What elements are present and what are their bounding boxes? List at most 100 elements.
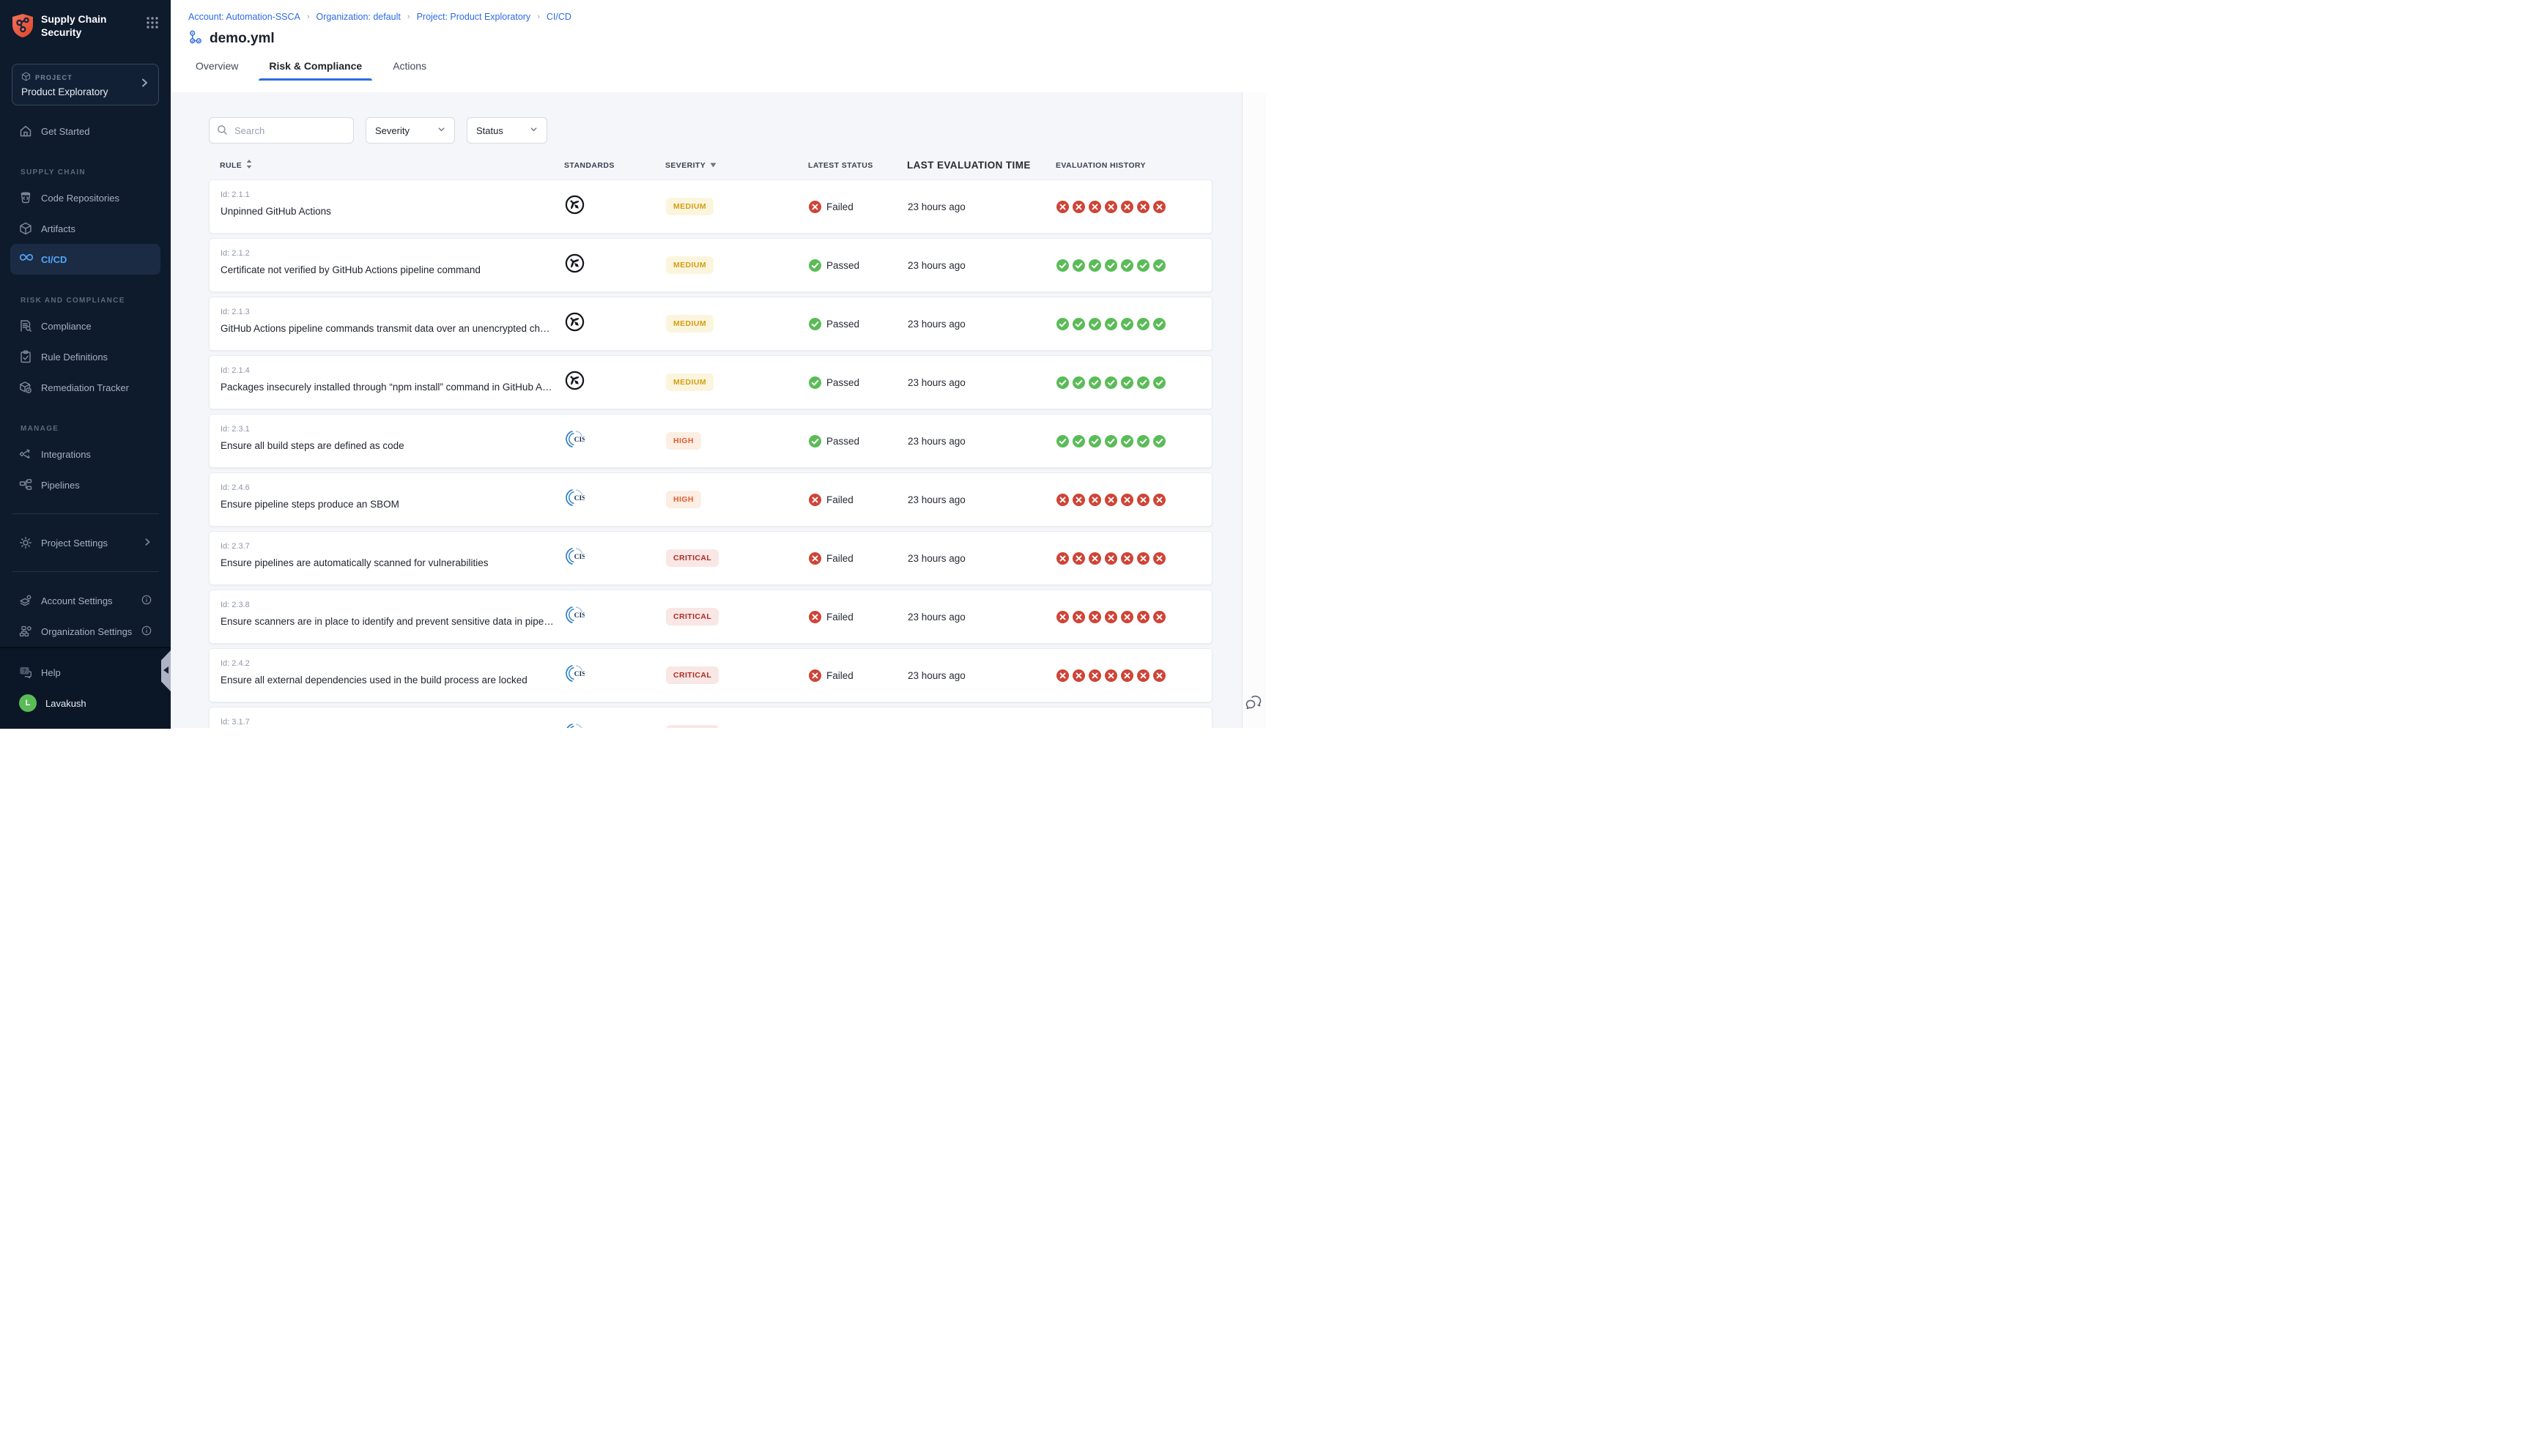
sidebar-item-label: Artifacts <box>41 223 75 234</box>
evaluation-history <box>1056 552 1201 565</box>
sidebar-item-user[interactable]: L Lavakush <box>10 688 160 718</box>
sidebar-item-label: Code Repositories <box>41 193 119 204</box>
breadcrumb-project[interactable]: Project: Product Exploratory <box>417 12 531 22</box>
sidebar-item-label: Integrations <box>41 449 91 460</box>
status-filter-label: Status <box>476 125 503 136</box>
severity-badge: CRITICAL <box>666 549 719 567</box>
table-row[interactable]: Id: 2.1.4 Packages insecurely installed … <box>209 355 1213 409</box>
table-row[interactable]: Id: 2.1.3 GitHub Actions pipeline comman… <box>209 297 1213 351</box>
sidebar-item-label: Remediation Tracker <box>41 382 129 393</box>
sort-icon[interactable] <box>246 160 252 171</box>
sidebar-item-help[interactable]: ? Help <box>10 657 160 688</box>
code-repository-icon <box>19 191 32 204</box>
sidebar: Supply Chain Security PROJECT Product Ex… <box>0 0 171 728</box>
rule-id: Id: 3.1.7 <box>221 718 565 727</box>
owasp-icon <box>565 253 585 273</box>
rule-id: Id: 2.1.4 <box>221 366 565 375</box>
tab-risk-and-compliance[interactable]: Risk & Compliance <box>267 59 363 81</box>
status-filter-dropdown[interactable]: Status <box>467 117 547 144</box>
status-icon <box>809 552 821 565</box>
severity-badge: HIGH <box>666 432 701 450</box>
status-icon <box>809 728 821 729</box>
project-selector[interactable]: PROJECT Product Exploratory <box>12 64 159 105</box>
status-icon <box>809 318 821 330</box>
severity-badge: CRITICAL <box>666 608 719 625</box>
tab-actions[interactable]: Actions <box>391 59 428 81</box>
sidebar-item-integrations[interactable]: Integrations <box>10 439 160 469</box>
breadcrumb-organization[interactable]: Organization: default <box>316 12 401 22</box>
chat-support-icon[interactable] <box>1245 695 1262 715</box>
app-grid-icon[interactable] <box>146 16 159 33</box>
table-row[interactable]: Id: 3.1.7 CIS CRITICAL Failed 23 hours a… <box>209 707 1213 728</box>
rule-name: GitHub Actions pipeline commands transmi… <box>221 323 565 334</box>
sidebar-item-rule-definitions[interactable]: Rule Definitions <box>10 341 160 372</box>
chevron-separator-icon: › <box>407 12 410 21</box>
chevron-right-icon <box>139 78 149 92</box>
table-row[interactable]: Id: 2.4.2 Ensure all external dependenci… <box>209 648 1213 702</box>
rule-id: Id: 2.1.2 <box>221 249 565 258</box>
rules-table: RULE STANDARDS SEVERITY LATEST STATUS LA… <box>209 160 1213 728</box>
rule-id: Id: 2.3.7 <box>221 542 565 551</box>
info-icon[interactable] <box>141 595 152 607</box>
last-evaluation-time: 23 hours ago <box>908 260 1056 271</box>
svg-text:CIS: CIS <box>574 437 585 444</box>
tab-overview[interactable]: Overview <box>194 59 240 81</box>
sidebar-item-label: Pipelines <box>41 480 80 491</box>
sidebar-item-remediation-tracker[interactable]: Remediation Tracker <box>10 372 160 403</box>
table-row[interactable]: Id: 2.3.1 Ensure all build steps are def… <box>209 414 1213 468</box>
clipboard-check-icon <box>19 350 32 363</box>
info-icon[interactable] <box>141 625 152 638</box>
last-evaluation-time: 23 hours ago <box>908 436 1056 447</box>
severity-badge: MEDIUM <box>666 374 714 391</box>
home-icon <box>19 125 32 138</box>
sidebar-item-label: Get Started <box>41 126 89 137</box>
sidebar-item-compliance[interactable]: Compliance <box>10 311 160 341</box>
sort-desc-icon[interactable] <box>710 161 717 170</box>
svg-text:CIS: CIS <box>574 612 585 620</box>
rule-name: Ensure all external dependencies used in… <box>221 675 565 686</box>
divider <box>12 513 159 514</box>
sidebar-item-label: Account Settings <box>41 595 113 606</box>
evaluation-history <box>1056 611 1201 623</box>
status-text: Passed <box>826 436 859 447</box>
box-wrench-icon <box>19 381 32 394</box>
sidebar-item-organization-settings[interactable]: Organization Settings <box>10 616 160 647</box>
sidebar-item-code-repositories[interactable]: Code Repositories <box>10 182 160 213</box>
page-header: Account: Automation-SSCA › Organization:… <box>171 0 1266 92</box>
status-icon <box>809 669 821 682</box>
status-icon <box>809 611 821 623</box>
help-chat-icon: ? <box>19 666 32 679</box>
rule-id: Id: 2.3.1 <box>221 425 565 434</box>
table-row[interactable]: Id: 2.3.8 Ensure scanners are in place t… <box>209 590 1213 644</box>
sidebar-item-pipelines[interactable]: Pipelines <box>10 469 160 500</box>
sidebar-item-project-settings[interactable]: Project Settings <box>10 527 160 558</box>
section-label-risk-compliance: RISK AND COMPLIANCE <box>21 297 159 305</box>
sidebar-item-cicd[interactable]: CI/CD <box>10 244 160 275</box>
infinity-icon <box>19 253 32 266</box>
table-row[interactable]: Id: 2.1.2 Certificate not verified by Gi… <box>209 238 1213 292</box>
search-box <box>209 117 354 144</box>
search-input[interactable] <box>209 117 354 144</box>
sidebar-item-get-started[interactable]: Get Started <box>10 116 160 146</box>
cis-icon: CIS <box>565 429 585 449</box>
severity-filter-dropdown[interactable]: Severity <box>366 117 455 144</box>
breadcrumb-account[interactable]: Account: Automation-SSCA <box>188 12 300 22</box>
evaluation-history <box>1056 494 1201 506</box>
sidebar-item-artifacts[interactable]: Artifacts <box>10 213 160 244</box>
evaluation-history <box>1056 669 1201 682</box>
tab-bar: Overview Risk & Compliance Actions <box>188 59 1266 81</box>
column-rule: RULE <box>220 161 242 170</box>
chevron-right-icon <box>143 538 152 549</box>
chevron-separator-icon: › <box>307 12 310 21</box>
column-severity: SEVERITY <box>665 161 706 170</box>
table-row[interactable]: Id: 2.1.1 Unpinned GitHub Actions MEDIUM… <box>209 179 1213 234</box>
app-title: Supply Chain Security <box>41 13 138 39</box>
avatar: L <box>19 694 37 712</box>
rule-name: Packages insecurely installed through “n… <box>221 382 565 393</box>
sidebar-item-account-settings[interactable]: Account Settings <box>10 585 160 616</box>
breadcrumb-cicd[interactable]: CI/CD <box>547 12 571 22</box>
table-row[interactable]: Id: 2.3.7 Ensure pipelines are automatic… <box>209 531 1213 585</box>
collapse-arrow-icon <box>163 666 169 674</box>
table-row[interactable]: Id: 2.4.6 Ensure pipeline steps produce … <box>209 472 1213 527</box>
divider <box>12 571 159 572</box>
